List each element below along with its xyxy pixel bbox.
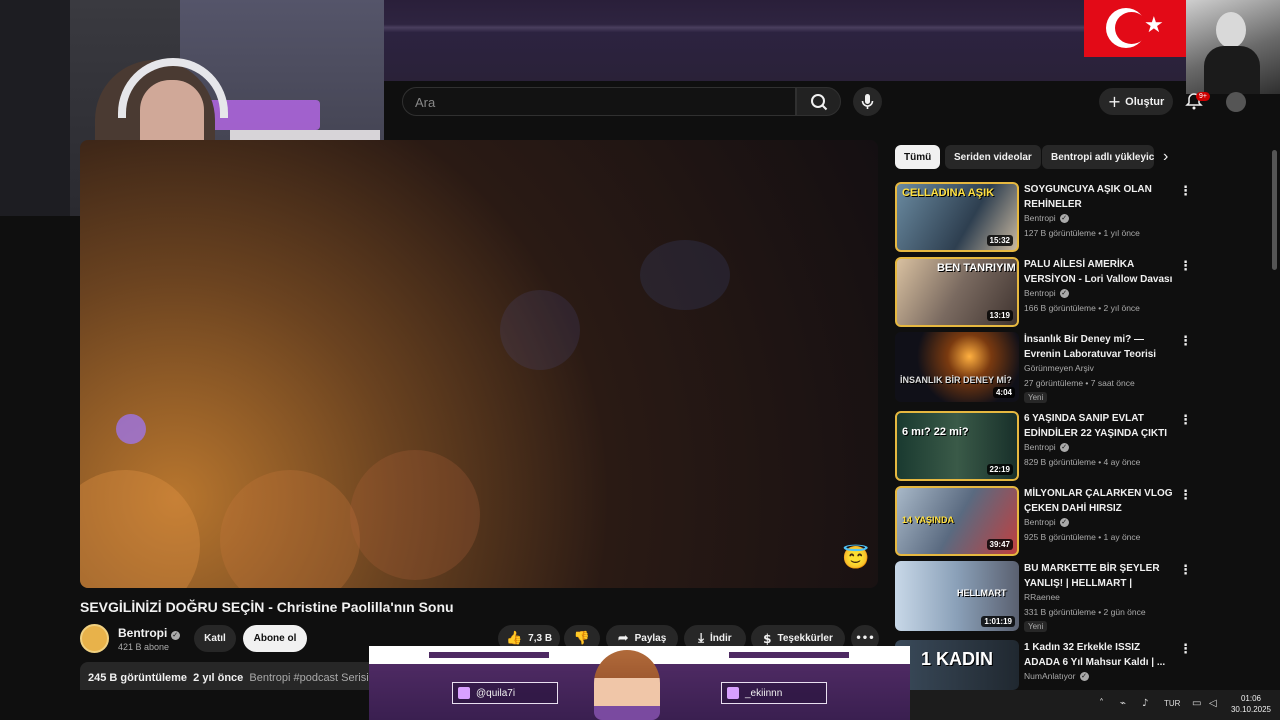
turkish-flag-icon: ★ [1084, 0, 1186, 57]
verified-icon: ✓ [1059, 213, 1069, 223]
channel-name[interactable]: Bentropi ✓ [118, 626, 180, 640]
social-handle-right: _ekiinnn [721, 682, 827, 704]
more-vert-icon[interactable]: ⋮ [1179, 184, 1192, 199]
speaker-icon[interactable]: ◁ [1209, 698, 1217, 709]
thumbs-up-icon: 👍 [505, 631, 523, 646]
share-icon: ➦ [617, 631, 629, 646]
rec-thumbnail[interactable]: İNSANLIK BİR DENEY Mİ? 4:04 [895, 332, 1019, 402]
verified-icon: ✓ [1059, 288, 1069, 298]
microphone-icon [861, 94, 874, 109]
social-handle-left: @quila7i [452, 682, 558, 704]
video-title: SEVGİLİNİZİ DOĞRU SEÇİN - Christine Paol… [80, 599, 454, 615]
verified-icon: ✓ [1079, 671, 1089, 681]
subscriber-count: 421 B abone [118, 642, 170, 652]
clock[interactable]: 01:06 30.10.2025 [1226, 693, 1276, 715]
rec-thumbnail[interactable]: HELLMART 1:01:19 [895, 561, 1019, 631]
more-vert-icon[interactable]: ⋮ [1179, 413, 1192, 428]
rec-item[interactable]: HELLMART 1:01:19 BU MARKETTE BİR ŞEYLER … [895, 561, 1195, 632]
notification-count-badge: 9+ [1196, 92, 1210, 101]
new-badge: Yeni [1024, 392, 1048, 403]
search-icon [811, 94, 828, 111]
more-vert-icon[interactable]: ⋮ [1179, 259, 1192, 274]
rec-thumbnail[interactable]: CELLADINA AŞIK 15:32 [895, 182, 1019, 252]
more-vert-icon[interactable]: ⋮ [1179, 334, 1192, 349]
rec-thumbnail[interactable]: BEN TANRIYIM 13:19 [895, 257, 1019, 327]
chevron-right-icon[interactable]: › [1163, 148, 1168, 166]
network-icon[interactable]: ⌁ [1120, 698, 1126, 709]
language-indicator[interactable]: TUR [1164, 699, 1180, 708]
account-avatar[interactable] [1226, 92, 1246, 112]
rec-thumbnail[interactable]: 1 KADIN [895, 640, 1019, 690]
scrollbar[interactable] [1272, 150, 1277, 270]
plus-icon: + [1107, 92, 1122, 111]
more-icon: ••• [855, 633, 875, 644]
download-icon: ⤓ [698, 631, 705, 646]
rec-item[interactable]: 6 mı? 22 mi? 22:19 6 YAŞINDA SANIP EVLAT… [895, 411, 1195, 481]
voice-search-button[interactable] [853, 87, 882, 116]
rec-item[interactable]: 1 KADIN 1 Kadın 32 Erkekle ISSIZ ADADA 6… [895, 640, 1195, 690]
join-button[interactable]: Katıl [194, 625, 236, 652]
chip-uploader[interactable]: Bentropi adlı yükleyici [1042, 145, 1154, 169]
portrait-photo [1186, 0, 1280, 94]
monitor-icon[interactable]: ▭ [1192, 698, 1201, 709]
create-button[interactable]: + Oluştur [1099, 88, 1173, 115]
user-icon [727, 687, 739, 699]
heart-icon [458, 687, 470, 699]
search-button[interactable] [796, 87, 841, 116]
chevron-up-icon[interactable]: ˄ [1099, 698, 1104, 709]
video-player[interactable] [80, 140, 878, 588]
more-vert-icon[interactable]: ⋮ [1179, 563, 1192, 578]
chip-series[interactable]: Seriden videolar [945, 145, 1041, 169]
cartoon-avatar [594, 650, 660, 720]
search-box[interactable]: Ara [402, 87, 796, 116]
search-input[interactable]: Ara [415, 95, 435, 110]
rec-item[interactable]: İNSANLIK BİR DENEY Mİ? 4:04 İnsanlık Bir… [895, 332, 1195, 403]
rec-item[interactable]: 14 YAŞINDA 39:47 MİLYONLAR ÇALARKEN VLOG… [895, 486, 1195, 556]
rec-item[interactable]: CELLADINA AŞIK 15:32 SOYGUNCUYA AŞIK OLA… [895, 182, 1195, 252]
more-vert-icon[interactable]: ⋮ [1179, 488, 1192, 503]
more-vert-icon[interactable]: ⋮ [1179, 642, 1192, 657]
verified-icon: ✓ [1059, 517, 1069, 527]
channel-avatar[interactable] [80, 624, 109, 653]
taskbar [910, 690, 1280, 720]
smiley-icon: 😇 [842, 545, 870, 570]
verified-icon: ✓ [170, 631, 180, 640]
rec-item[interactable]: BEN TANRIYIM 13:19 PALU AİLESİ AMERİKA V… [895, 257, 1195, 327]
verified-icon: ✓ [1059, 442, 1069, 452]
rec-thumbnail[interactable]: 14 YAŞINDA 39:47 [895, 486, 1019, 556]
mic-tray-icon[interactable]: ♪ [1142, 698, 1148, 709]
thanks-icon: $ [763, 631, 772, 646]
rec-thumbnail[interactable]: 6 mı? 22 mi? 22:19 [895, 411, 1019, 481]
thumbs-down-icon: 👎 [573, 631, 591, 646]
subscribe-button[interactable]: Abone ol [243, 625, 307, 652]
chip-all[interactable]: Tümü [895, 145, 941, 169]
new-badge: Yeni [1024, 621, 1048, 632]
